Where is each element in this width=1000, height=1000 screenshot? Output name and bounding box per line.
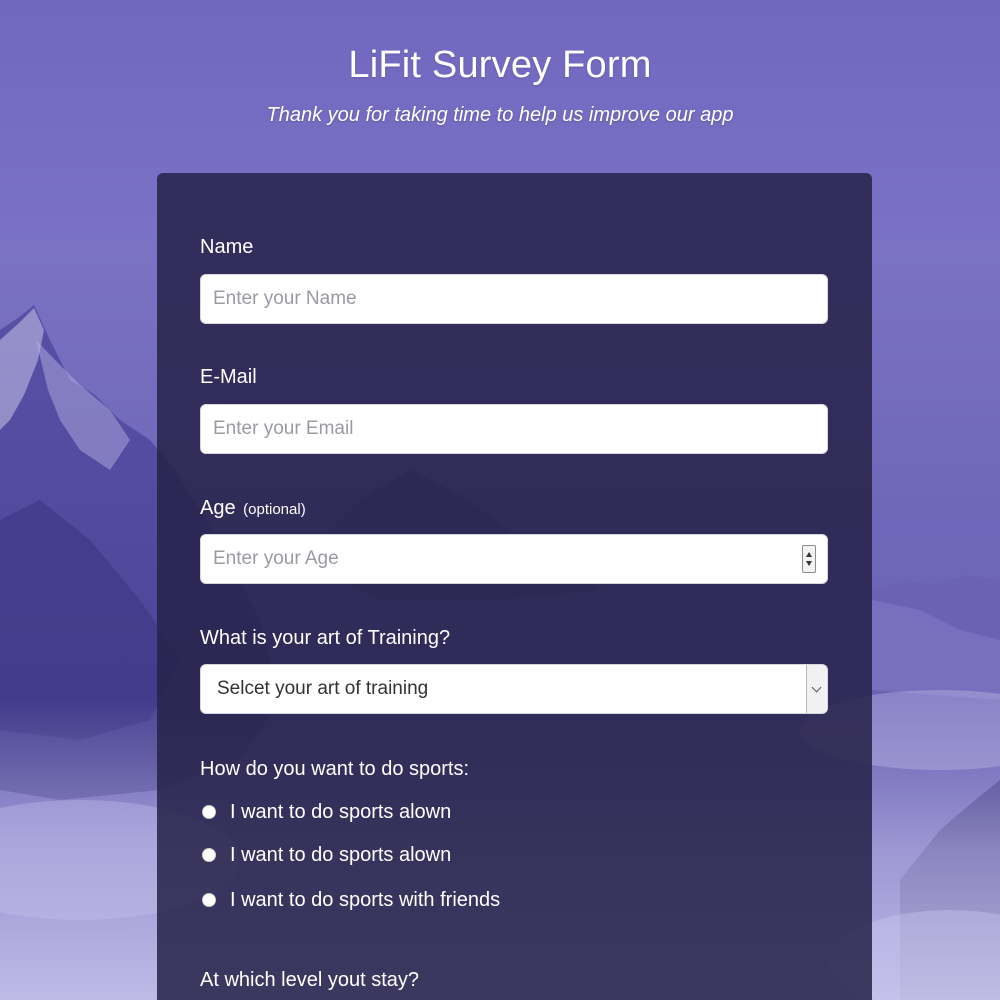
training-label: What is your art of Training? xyxy=(200,627,451,649)
stepper-up-icon[interactable] xyxy=(806,552,812,557)
page-header: LiFit Survey Form Thank you for taking t… xyxy=(0,38,1000,130)
spin-arrows-icon[interactable] xyxy=(802,545,816,573)
survey-form: Name E-Mail Age (optional) What is your … xyxy=(157,173,872,1000)
training-select[interactable]: Selcet your art of training xyxy=(200,664,828,714)
level-label: At which level yout stay? xyxy=(200,969,419,991)
radio-circle-icon[interactable] xyxy=(202,805,216,819)
select-arrow-button[interactable] xyxy=(806,665,827,713)
radio-option-label: I want to do sports alown xyxy=(230,844,452,866)
radio-option[interactable]: I want to do sports alown xyxy=(202,799,451,825)
age-field xyxy=(200,534,828,584)
name-input[interactable] xyxy=(200,274,828,324)
name-label: Name xyxy=(200,236,254,258)
radio-option-label: I want to do sports with friends xyxy=(230,889,501,911)
age-label: Age (optional) xyxy=(200,495,306,523)
radio-option[interactable]: I want to do sports with friends xyxy=(202,887,500,913)
radio-circle-icon[interactable] xyxy=(202,893,216,907)
radio-option-label: I want to do sports alown xyxy=(230,801,452,823)
radio-option[interactable]: I want to do sports alown xyxy=(202,842,451,868)
chevron-down-icon xyxy=(811,682,822,693)
email-input[interactable] xyxy=(200,404,828,454)
stepper-down-icon[interactable] xyxy=(806,561,812,566)
email-label: E-Mail xyxy=(200,366,257,388)
radio-circle-icon[interactable] xyxy=(202,848,216,862)
page-title: LiFit Survey Form xyxy=(348,44,652,86)
optional-hint: (optional) xyxy=(243,501,306,518)
age-label-text: Age xyxy=(200,497,236,519)
age-input[interactable] xyxy=(200,534,828,584)
sports-mode-label: How do you want to do sports: xyxy=(200,758,470,780)
training-select-value: Selcet your art of training xyxy=(217,678,429,699)
page-subtitle: Thank you for taking time to help us imp… xyxy=(266,104,734,126)
